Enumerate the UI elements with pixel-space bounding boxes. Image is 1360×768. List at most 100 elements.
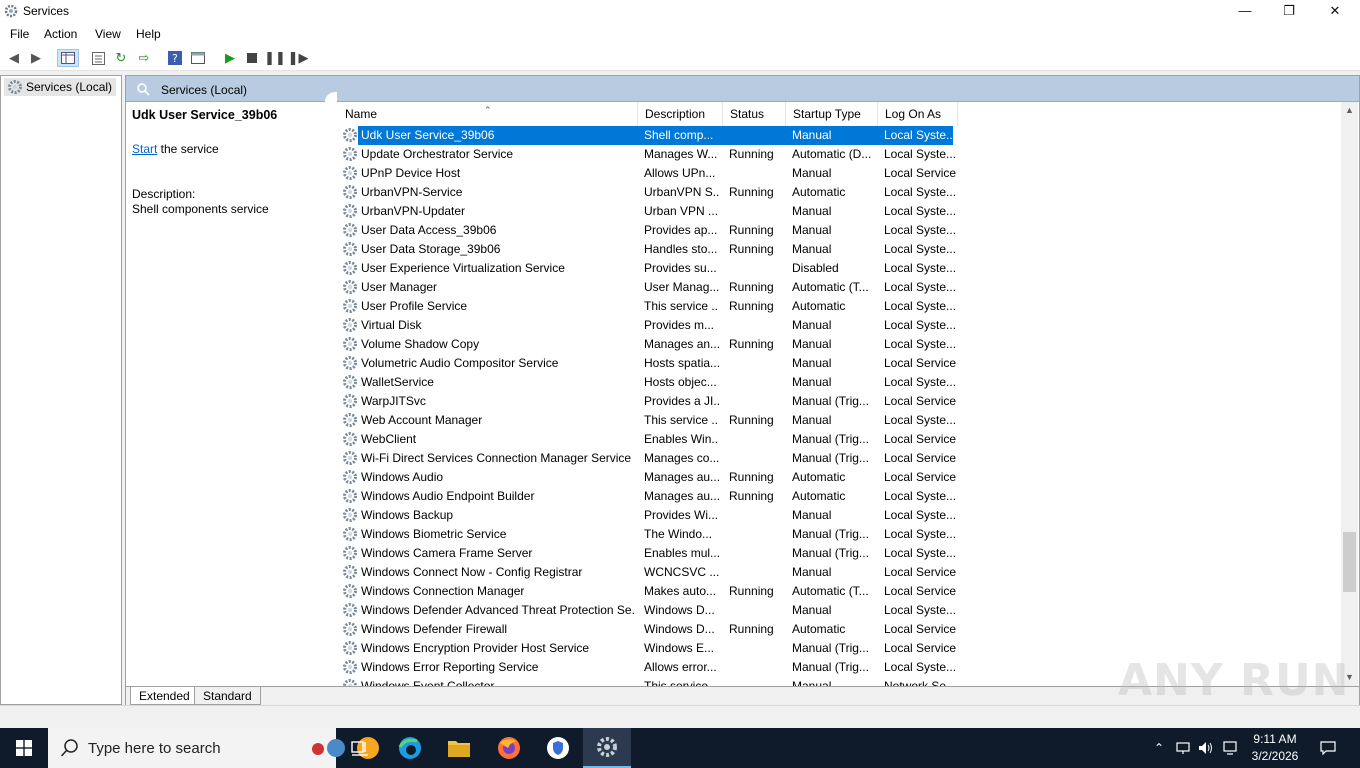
cell-startup: Manual (Trig...	[792, 527, 869, 541]
cell-startup: Manual	[792, 603, 832, 617]
cell-name: Update Orchestrator Service	[361, 147, 514, 161]
cell-startup: Automatic	[792, 185, 846, 199]
table-row[interactable]: Windows Connection Manager Makes auto... R…	[332, 582, 1342, 601]
column-header-status[interactable]: Status	[723, 102, 786, 126]
status-bar	[0, 705, 1360, 728]
column-header-name[interactable]: Name ⌃	[332, 102, 638, 126]
cell-logon: Local Syste...	[884, 546, 956, 560]
input-indicator-icon[interactable]	[1220, 728, 1240, 768]
console-icon[interactable]	[189, 49, 207, 67]
cell-name: User Manager	[361, 280, 438, 294]
cell-startup: Automatic	[792, 299, 846, 313]
tab-extended[interactable]: Extended	[130, 687, 199, 705]
start-service-icon[interactable]: ▶	[221, 49, 239, 67]
column-header-startup-type[interactable]: Startup Type	[786, 102, 878, 126]
table-row[interactable]: Update Orchestrator Service Manages W... R…	[332, 145, 1342, 164]
task-view-icon[interactable]	[336, 728, 384, 768]
scrollbar-thumb[interactable]	[1343, 532, 1356, 592]
scroll-up-arrow-icon[interactable]: ▲	[1341, 102, 1358, 119]
restart-service-icon[interactable]: ❚▶	[288, 49, 309, 67]
toolbar: ◀ ▶ ↻ ⇨ ? ▶ ❚❚ ❚▶	[0, 45, 1360, 71]
show-hide-tree-icon[interactable]	[57, 49, 79, 67]
network-status-icon[interactable]	[1174, 728, 1192, 768]
table-row[interactable]: UrbanVPN-Updater Urban VPN ... Manual Local…	[332, 202, 1342, 221]
show-hidden-icons-chevron-icon[interactable]: ⌃	[1150, 728, 1168, 768]
table-row[interactable]: Web Account Manager This service ... Runni…	[332, 411, 1342, 430]
restore-button[interactable]: ❐	[1266, 0, 1312, 23]
table-row[interactable]: Wi-Fi Direct Services Connection Manager…	[332, 449, 1342, 468]
services-taskbar-icon[interactable]	[583, 728, 631, 768]
table-row[interactable]: UrbanVPN-Service UrbanVPN S... Running Auto…	[332, 183, 1342, 202]
help-icon[interactable]: ?	[166, 49, 184, 67]
cell-startup: Automatic	[792, 622, 846, 636]
properties-icon[interactable]	[89, 49, 107, 67]
table-row[interactable]: Windows Defender Advanced Threat Protect…	[332, 601, 1342, 620]
menu-action[interactable]: Action	[44, 27, 77, 41]
table-row[interactable]: WarpJITSvc Provides a JI... Manual (Trig..…	[332, 392, 1342, 411]
table-row[interactable]: User Profile Service This service ... Runn…	[332, 297, 1342, 316]
cell-status: Running	[729, 489, 774, 503]
volume-icon[interactable]	[1196, 728, 1216, 768]
cell-description: Windows E...	[644, 641, 715, 655]
cell-startup: Manual	[792, 242, 832, 256]
tree-node-services-local[interactable]: Services (Local)	[4, 78, 117, 96]
menu-file[interactable]: File	[10, 27, 29, 41]
services-gear-icon	[4, 4, 18, 18]
cell-logon: Local Syste...	[884, 660, 956, 674]
table-row[interactable]: Windows Camera Frame Server Enables mul..…	[332, 544, 1342, 563]
taskbar-clock[interactable]: 9:11 AM 3/2/2026	[1240, 731, 1310, 765]
tab-standard[interactable]: Standard	[194, 687, 261, 705]
menu-help[interactable]: Help	[136, 27, 161, 41]
taskbar-search-box[interactable]: Type here to search	[48, 728, 379, 768]
table-row[interactable]: User Manager User Manag... Running Automati…	[332, 278, 1342, 297]
column-header-description[interactable]: Description	[638, 102, 723, 126]
forward-icon[interactable]: ▶	[27, 49, 45, 67]
edge-browser-icon[interactable]	[386, 728, 434, 768]
start-service-link[interactable]: Start	[132, 142, 157, 156]
vpn-shield-icon[interactable]	[534, 728, 582, 768]
table-row[interactable]: Volume Shadow Copy Manages an... Running Ma…	[332, 335, 1342, 354]
back-icon[interactable]: ◀	[5, 49, 23, 67]
search-icon	[60, 739, 78, 757]
cell-description: Provides m...	[644, 318, 715, 332]
start-button[interactable]	[0, 728, 48, 768]
service-gear-icon	[342, 640, 358, 656]
services-gear-icon	[8, 80, 22, 94]
table-row[interactable]: Windows Audio Endpoint Builder Manages au…	[332, 487, 1342, 506]
table-row[interactable]: Windows Backup Provides Wi... Manual Local …	[332, 506, 1342, 525]
cell-logon: Local Service	[884, 622, 956, 636]
table-row[interactable]: Virtual Disk Provides m... Manual Local Sys…	[332, 316, 1342, 335]
cell-description: Allows error...	[644, 660, 717, 674]
cell-name: Windows Connect Now - Config Registrar	[361, 565, 583, 579]
cell-logon: Local Syste...	[884, 527, 956, 541]
file-explorer-icon[interactable]	[435, 728, 483, 768]
table-row[interactable]: Windows Biometric Service The Windo... Man…	[332, 525, 1342, 544]
service-gear-icon	[342, 545, 358, 561]
column-header-log-on-as[interactable]: Log On As	[878, 102, 958, 126]
export-list-icon[interactable]: ⇨	[135, 49, 153, 67]
table-row[interactable]: UPnP Device Host Allows UPn... Manual Local…	[332, 164, 1342, 183]
pause-service-icon[interactable]: ❚❚	[264, 49, 286, 67]
table-row[interactable]: User Data Storage_39b06 Handles sto... Run…	[332, 240, 1342, 259]
table-row[interactable]: User Experience Virtualization Service Pr…	[332, 259, 1342, 278]
close-button[interactable]: ✕	[1312, 0, 1358, 23]
minimize-button[interactable]: —	[1222, 0, 1268, 23]
table-row[interactable]: Windows Defender Firewall Windows D... Run…	[332, 620, 1342, 639]
table-row[interactable]: WebClient Enables Win... Manual (Trig... Lo…	[332, 430, 1342, 449]
table-row[interactable]: WalletService Hosts objec... Manual Local S…	[332, 373, 1342, 392]
menu-view[interactable]: View	[95, 27, 121, 41]
vertical-scrollbar[interactable]: ▲ ▼	[1341, 102, 1358, 686]
table-row[interactable]: Windows Connect Now - Config Registrar WC…	[332, 563, 1342, 582]
cell-logon: Local Syste...	[884, 318, 956, 332]
cell-description: Enables Win...	[644, 432, 719, 446]
table-row[interactable]: Windows Audio Manages au... Running Automat…	[332, 468, 1342, 487]
service-gear-icon	[342, 393, 358, 409]
table-row[interactable]: Udk User Service_39b06 Shell comp... Manua…	[332, 126, 1342, 145]
firefox-icon[interactable]	[485, 728, 533, 768]
notifications-icon[interactable]	[1316, 728, 1340, 768]
cell-name: Windows Audio Endpoint Builder	[361, 489, 535, 503]
table-row[interactable]: Volumetric Audio Compositor Service Hosts…	[332, 354, 1342, 373]
table-row[interactable]: User Data Access_39b06 Provides ap... Runn…	[332, 221, 1342, 240]
refresh-icon[interactable]: ↻	[112, 49, 130, 67]
stop-service-icon[interactable]	[243, 49, 261, 67]
